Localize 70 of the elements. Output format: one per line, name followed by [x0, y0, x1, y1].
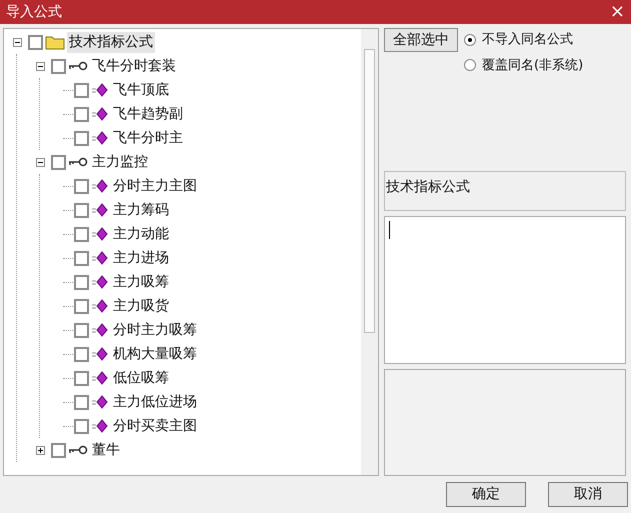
- checkbox[interactable]: [74, 394, 89, 410]
- checkbox[interactable]: [74, 250, 89, 266]
- tree-item[interactable]: 分时主力主图: [111, 176, 199, 196]
- checkbox[interactable]: [51, 154, 66, 170]
- window-title: 导入公式: [6, 2, 62, 22]
- checkbox[interactable]: [74, 226, 89, 242]
- tree-item[interactable]: 主力吸筹: [111, 272, 171, 292]
- checkbox[interactable]: [74, 202, 89, 218]
- diamond-icon: [91, 275, 109, 289]
- collapse-toggle[interactable]: [36, 62, 44, 70]
- checkbox[interactable]: [74, 274, 89, 290]
- checkbox[interactable]: [74, 418, 89, 434]
- tree-item[interactable]: 飞牛分时套装: [90, 56, 178, 76]
- checkbox[interactable]: [74, 346, 89, 362]
- checkbox[interactable]: [74, 82, 89, 98]
- checkbox[interactable]: [51, 58, 66, 74]
- tree-item[interactable]: 飞牛顶底: [111, 80, 171, 100]
- tree-item[interactable]: 飞牛趋势副: [111, 104, 185, 124]
- tree-item[interactable]: 主力监控: [90, 152, 150, 172]
- tree-item[interactable]: 飞牛分时主: [111, 128, 185, 148]
- tree-item[interactable]: 主力筹码: [111, 200, 171, 220]
- close-button[interactable]: ×: [610, 3, 625, 21]
- tree-item[interactable]: 技术指标公式: [67, 32, 155, 52]
- select-all-button[interactable]: 全部选中: [384, 28, 458, 52]
- radio-label: 不导入同名公式: [482, 31, 573, 49]
- diamond-icon: [91, 251, 109, 265]
- diamond-icon: [91, 179, 109, 193]
- diamond-icon: [91, 107, 109, 121]
- tree-item[interactable]: 主力低位进场: [111, 392, 199, 412]
- tree-item[interactable]: 董牛: [90, 440, 122, 460]
- diamond-icon: [91, 83, 109, 97]
- diamond-icon: [91, 419, 109, 433]
- checkbox[interactable]: [74, 178, 89, 194]
- tree-item[interactable]: 主力动能: [111, 224, 171, 244]
- diamond-icon: [91, 395, 109, 409]
- dialog-button[interactable]: 取消: [548, 482, 628, 507]
- diamond-icon: [91, 203, 109, 217]
- tree-item[interactable]: 机构大量吸筹: [111, 344, 199, 364]
- checkbox[interactable]: [74, 322, 89, 338]
- collapse-toggle[interactable]: [36, 158, 44, 166]
- checkbox[interactable]: [74, 130, 89, 146]
- dialog-button[interactable]: 确定: [446, 482, 526, 507]
- expand-toggle[interactable]: [36, 446, 44, 454]
- key-icon: [68, 61, 88, 71]
- checkbox[interactable]: [51, 442, 66, 458]
- key-icon: [68, 157, 88, 167]
- radio-label: 覆盖同名(非系统): [482, 56, 584, 74]
- folder-icon: [45, 34, 65, 50]
- diamond-icon: [91, 323, 109, 337]
- tree-item[interactable]: 分时主力吸筹: [111, 320, 199, 340]
- category-label: 技术指标公式: [386, 179, 470, 196]
- diamond-icon: [91, 227, 109, 241]
- text-caret: [389, 221, 390, 240]
- diamond-icon: [91, 299, 109, 313]
- radio-button[interactable]: [464, 59, 476, 72]
- diamond-icon: [91, 131, 109, 145]
- checkbox[interactable]: [28, 34, 43, 50]
- tree-item[interactable]: 分时买卖主图: [111, 416, 199, 436]
- checkbox[interactable]: [74, 370, 89, 386]
- checkbox[interactable]: [74, 298, 89, 314]
- radio-button[interactable]: [464, 34, 476, 46]
- scrollbar[interactable]: [361, 29, 378, 475]
- tree-item[interactable]: 主力进场: [111, 248, 171, 268]
- tree-item[interactable]: 主力吸货: [111, 296, 171, 316]
- key-icon: [68, 445, 88, 455]
- tree-item[interactable]: 低位吸筹: [111, 368, 171, 388]
- checkbox[interactable]: [74, 106, 89, 122]
- diamond-icon: [91, 371, 109, 385]
- diamond-icon: [91, 347, 109, 361]
- collapse-toggle[interactable]: [12, 38, 22, 46]
